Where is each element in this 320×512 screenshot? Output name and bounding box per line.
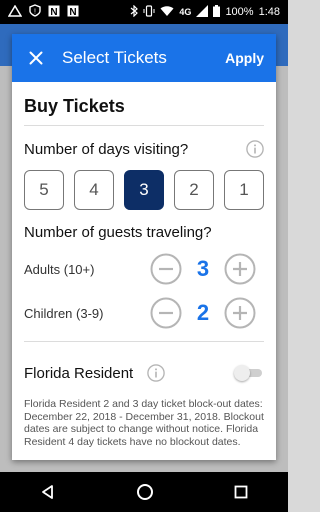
day-option-5[interactable]: 5	[24, 170, 64, 210]
dialog-title: Select Tickets	[62, 48, 167, 67]
bluetooth-icon	[130, 4, 139, 20]
divider	[24, 125, 264, 126]
day-option-2[interactable]: 2	[174, 170, 214, 210]
select-tickets-dialog: Select Tickets Apply Buy Tickets Number …	[12, 34, 276, 460]
apply-button[interactable]: Apply	[225, 50, 264, 66]
adults-count: 3	[196, 256, 210, 281]
signal-icon	[196, 4, 209, 20]
shield-icon: !	[29, 4, 41, 20]
recents-icon[interactable]	[234, 485, 248, 499]
day-option-3[interactable]: 3	[124, 170, 164, 210]
info-icon[interactable]	[246, 140, 264, 158]
battery-percent: 100%	[225, 6, 254, 18]
close-button[interactable]	[24, 46, 48, 70]
days-selector: 5 4 3 2 1	[24, 170, 264, 210]
florida-resident-label: Florida Resident	[24, 364, 134, 382]
children-stepper: 2	[150, 297, 256, 329]
svg-text:!: !	[34, 9, 36, 16]
days-question: Number of days visiting?	[24, 140, 189, 158]
children-row: Children (3-9) 2	[24, 297, 264, 329]
children-label: Children (3-9)	[24, 305, 104, 321]
children-count: 2	[196, 300, 210, 325]
buy-tickets-heading: Buy Tickets	[24, 96, 125, 116]
svg-text:N: N	[50, 7, 57, 17]
fandango-icon	[7, 4, 23, 20]
florida-resident-row: Florida Resident	[24, 354, 264, 382]
lte-icon: 4G	[179, 6, 192, 17]
adults-increment-button[interactable]	[224, 253, 256, 285]
status-bar: ! N N 4G 100% 1:48	[0, 0, 288, 24]
adults-decrement-button[interactable]	[150, 253, 182, 285]
info-icon[interactable]	[147, 364, 165, 382]
day-option-4[interactable]: 4	[74, 170, 114, 210]
toggle-knob	[234, 365, 250, 381]
children-increment-button[interactable]	[224, 297, 256, 329]
n-app-icon: N	[48, 5, 60, 20]
adults-label: Adults (10+)	[24, 261, 95, 277]
florida-resident-toggle[interactable]	[234, 365, 264, 381]
guests-question: Number of guests traveling?	[24, 224, 212, 241]
dialog-content: Buy Tickets Number of days visiting? 5 4…	[12, 82, 276, 448]
adults-row: Adults (10+) 3	[24, 253, 264, 285]
home-icon[interactable]	[136, 483, 154, 501]
days-question-row: Number of days visiting?	[24, 140, 264, 158]
n-app-icon: N	[67, 5, 79, 20]
adults-stepper: 3	[150, 253, 256, 285]
day-option-1[interactable]: 1	[224, 170, 264, 210]
navigation-bar	[0, 472, 288, 512]
battery-icon	[213, 4, 221, 20]
vibrate-icon	[143, 4, 155, 20]
back-icon[interactable]	[40, 484, 56, 500]
dialog-header: Select Tickets Apply	[12, 34, 276, 82]
wifi-icon	[160, 5, 174, 20]
children-decrement-button[interactable]	[150, 297, 182, 329]
close-icon	[29, 51, 43, 65]
divider	[24, 341, 264, 342]
blockout-note: Florida Resident 2 and 3 day ticket bloc…	[24, 398, 264, 448]
svg-text:N: N	[69, 7, 76, 17]
clock: 1:48	[258, 6, 280, 18]
